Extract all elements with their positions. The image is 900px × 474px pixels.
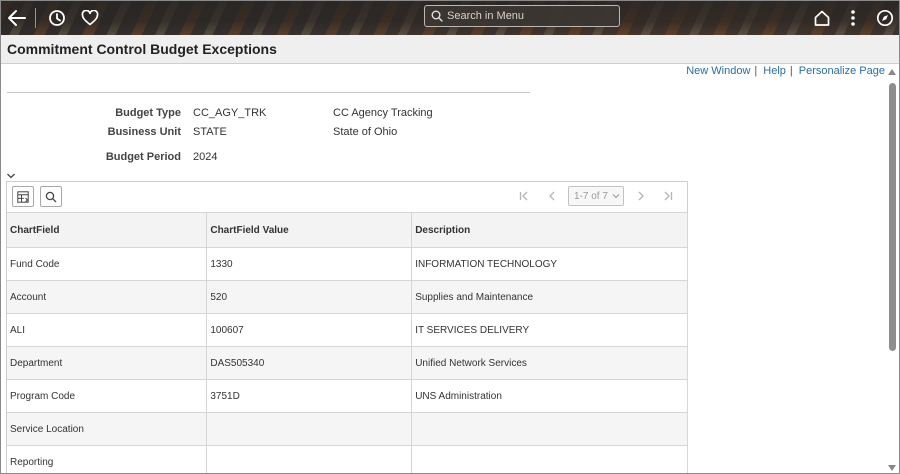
budget-period-label: Budget Period [105, 151, 181, 163]
help-link[interactable]: Help [763, 65, 786, 77]
table-row: Fund Code 1330 INFORMATION TECHNOLOGY [7, 247, 688, 281]
page-links: New Window | Help | Personalize Page [686, 65, 885, 77]
chartfield-value-cell: 100607 [206, 313, 413, 347]
description-cell: Supplies and Maintenance [411, 280, 688, 314]
budget-period-value: 2024 [193, 151, 218, 163]
description-cell: Unified Network Services [411, 346, 688, 380]
history-icon[interactable] [44, 5, 70, 31]
next-page-icon[interactable] [634, 189, 648, 203]
description-cell [411, 445, 688, 473]
home-icon[interactable] [809, 5, 835, 31]
chartfield-cell: Reporting [7, 445, 208, 473]
vertical-scrollbar[interactable] [885, 65, 899, 473]
table-row: Account 520 Supplies and Maintenance [7, 280, 688, 314]
column-header-chartfield-value[interactable]: ChartField Value [206, 212, 413, 248]
search-input[interactable] [447, 10, 607, 22]
chartfield-value-cell [206, 412, 413, 446]
chevron-down-icon [612, 194, 620, 199]
table-row: ALI 100607 IT SERVICES DELIVERY [7, 313, 688, 347]
budget-type-description: CC Agency Tracking [333, 107, 433, 119]
grid-toolbar: 1-7 of 7 [7, 182, 687, 212]
personalize-page-link[interactable]: Personalize Page [799, 65, 885, 77]
table-header-row: ChartField ChartField Value Description [7, 212, 688, 248]
chartfield-value-cell: DAS505340 [206, 346, 413, 380]
more-vertical-icon[interactable] [840, 5, 866, 31]
table-row: Program Code 3751D UNS Administration [7, 379, 688, 413]
search-icon [431, 10, 443, 22]
favorites-heart-icon[interactable] [77, 5, 103, 31]
scroll-down-arrow-icon[interactable] [888, 465, 896, 471]
grid-settings-icon [17, 190, 29, 203]
page-range-text: 1-7 of 7 [574, 190, 608, 202]
description-cell [411, 412, 688, 446]
back-arrow-icon[interactable] [4, 5, 30, 31]
navbar-compass-icon[interactable] [872, 5, 898, 31]
search-icon [45, 191, 57, 202]
chartfield-cell: Service Location [7, 412, 208, 446]
top-banner [1, 1, 899, 35]
link-separator: | [789, 65, 793, 77]
chartfield-value-cell: 3751D [206, 379, 413, 413]
link-separator: | [754, 65, 758, 77]
table-row: Department DAS505340 Unified Network Ser… [7, 346, 688, 380]
last-page-icon[interactable] [661, 189, 675, 203]
grid-find-button[interactable] [40, 186, 62, 207]
scroll-up-arrow-icon[interactable] [888, 69, 896, 75]
chartfield-cell: Department [7, 346, 208, 380]
business-unit-label: Business Unit [107, 126, 181, 138]
table-row: Service Location [7, 412, 688, 446]
chartfield-value-cell: 520 [206, 280, 413, 314]
chartfield-cell: Account [7, 280, 208, 314]
column-header-chartfield[interactable]: ChartField [7, 212, 208, 248]
personalize-grid-button[interactable] [12, 186, 34, 207]
chartfield-grid: 1-7 of 7 ChartField ChartField Value Des… [6, 181, 688, 473]
first-page-icon[interactable] [517, 189, 531, 203]
page-range-select[interactable]: 1-7 of 7 [568, 186, 624, 206]
search-field[interactable] [424, 5, 620, 27]
description-cell: INFORMATION TECHNOLOGY [411, 247, 688, 281]
chartfield-cell: Program Code [7, 379, 208, 413]
budget-type-label: Budget Type [115, 107, 181, 119]
budget-type-value: CC_AGY_TRK [193, 107, 267, 119]
column-header-description[interactable]: Description [411, 212, 688, 248]
chartfield-cell: Fund Code [7, 247, 208, 281]
description-cell: IT SERVICES DELIVERY [411, 313, 688, 347]
chartfield-value-cell: 1330 [206, 247, 413, 281]
chartfield-cell: ALI [7, 313, 208, 347]
chartfield-table: ChartField ChartField Value Description … [7, 212, 688, 473]
toolbar-divider [35, 8, 36, 28]
business-unit-value: STATE [193, 126, 227, 138]
app-window: Commitment Control Budget Exceptions New… [0, 0, 900, 474]
page-title: Commitment Control Budget Exceptions [7, 41, 277, 57]
business-unit-description: State of Ohio [333, 126, 398, 138]
table-row: Reporting [7, 445, 688, 473]
divider [7, 92, 530, 93]
scrollbar-thumb[interactable] [889, 83, 896, 351]
chartfield-value-cell [206, 445, 413, 473]
new-window-link[interactable]: New Window [686, 65, 750, 77]
previous-page-icon[interactable] [545, 189, 559, 203]
title-bar: Commitment Control Budget Exceptions [1, 35, 899, 64]
description-cell: UNS Administration [411, 379, 688, 413]
